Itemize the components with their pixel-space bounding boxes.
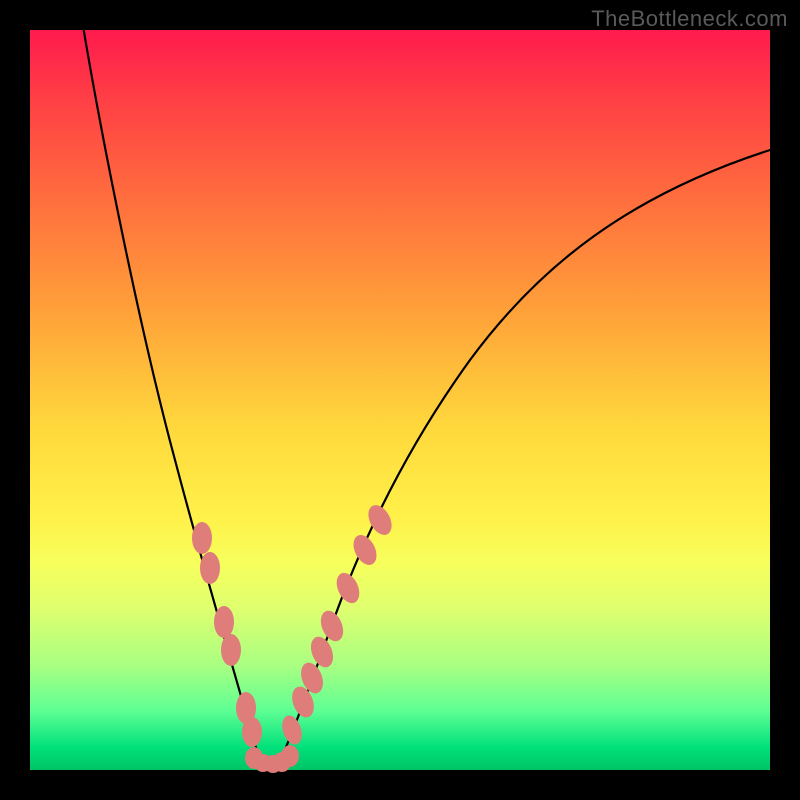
beads-left xyxy=(192,522,262,747)
beads-right xyxy=(279,501,397,747)
curve-right-branch xyxy=(278,150,770,765)
watermark-text: TheBottleneck.com xyxy=(591,6,788,32)
bottleneck-curve xyxy=(30,30,770,770)
chart-plot-area xyxy=(30,30,770,770)
beads-bottom xyxy=(245,745,299,773)
